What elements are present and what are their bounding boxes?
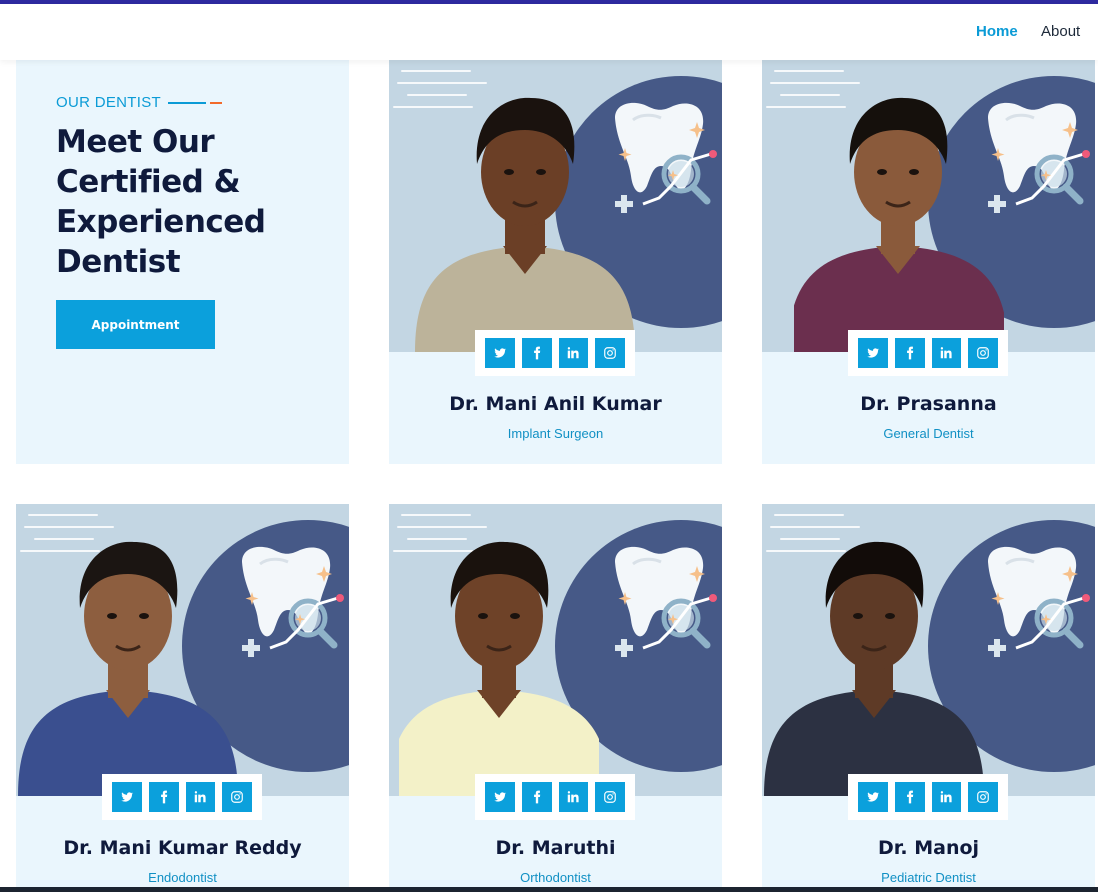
instagram-link[interactable] xyxy=(595,338,625,368)
linkedin-icon xyxy=(566,346,580,360)
facebook-link[interactable] xyxy=(521,782,552,812)
doctor-role: Implant Surgeon xyxy=(507,426,604,441)
doctor-name: Dr. Mani Anil Kumar xyxy=(449,393,662,415)
instagram-link[interactable] xyxy=(595,782,625,812)
twitter-icon xyxy=(866,790,880,804)
facebook-icon xyxy=(530,790,544,804)
intro-card: OUR DENTIST Meet Our Certified & Experie… xyxy=(16,60,349,464)
twitter-link[interactable] xyxy=(858,338,888,368)
tooth-illustration xyxy=(615,546,717,657)
doctor-card[interactable]: Dr. Manoj Pediatric Dentist xyxy=(762,504,1095,892)
doctor-card[interactable]: Dr. Mani Anil Kumar Implant Surgeon xyxy=(389,60,722,464)
doctor-name: Dr. Maruthi xyxy=(495,837,616,859)
linkedin-link[interactable] xyxy=(558,338,589,368)
appointment-button[interactable]: Appointment xyxy=(56,300,215,349)
instagram-icon xyxy=(603,346,617,360)
facebook-icon xyxy=(157,790,171,804)
section-heading: Meet Our Certified & Experienced Dentist xyxy=(56,124,266,280)
doctor-role: Orthodontist xyxy=(520,870,591,885)
bottom-bar xyxy=(0,887,1098,892)
doctor-portrait xyxy=(764,541,984,796)
facebook-link[interactable] xyxy=(894,782,925,812)
twitter-link[interactable] xyxy=(485,338,515,368)
twitter-link[interactable] xyxy=(858,782,888,812)
doctor-card[interactable]: Dr. Maruthi Orthodontist xyxy=(389,504,722,892)
linkedin-icon xyxy=(566,790,580,804)
twitter-icon xyxy=(493,346,507,360)
twitter-link[interactable] xyxy=(485,782,515,812)
linkedin-icon xyxy=(939,790,953,804)
doctor-card[interactable]: Dr. Prasanna General Dentist xyxy=(762,60,1095,464)
social-links xyxy=(848,774,1008,820)
doctor-photo-area xyxy=(16,504,349,796)
linkedin-link[interactable] xyxy=(931,782,962,812)
doctor-photo-area xyxy=(389,504,722,796)
eyebrow-line xyxy=(168,102,206,104)
doctor-role: Pediatric Dentist xyxy=(881,870,976,885)
instagram-link[interactable] xyxy=(222,782,252,812)
nav-home-link[interactable]: Home xyxy=(976,23,1018,40)
doctor-role: General Dentist xyxy=(883,426,974,441)
navbar: Home About xyxy=(0,4,1098,60)
linkedin-icon xyxy=(939,346,953,360)
facebook-icon xyxy=(903,790,917,804)
doctor-portrait xyxy=(18,541,238,796)
instagram-link[interactable] xyxy=(968,338,998,368)
twitter-icon xyxy=(120,790,134,804)
doctor-portrait xyxy=(794,97,1004,352)
doctor-name: Dr. Manoj xyxy=(877,837,980,859)
linkedin-link[interactable] xyxy=(931,338,962,368)
social-links xyxy=(475,330,635,376)
doctor-photo-area xyxy=(762,504,1095,796)
doctor-name: Dr. Mani Kumar Reddy xyxy=(63,837,302,859)
social-links xyxy=(102,774,262,820)
doctor-card[interactable]: Dr. Mani Kumar Reddy Endodontist xyxy=(16,504,349,892)
facebook-link[interactable] xyxy=(894,338,925,368)
linkedin-link[interactable] xyxy=(558,782,589,812)
twitter-icon xyxy=(866,346,880,360)
instagram-icon xyxy=(976,346,990,360)
instagram-icon xyxy=(230,790,244,804)
nav-about-link[interactable]: About xyxy=(1041,23,1080,40)
doctor-name: Dr. Prasanna xyxy=(860,393,997,415)
instagram-icon xyxy=(603,790,617,804)
doctor-role: Endodontist xyxy=(148,870,217,885)
social-links xyxy=(475,774,635,820)
facebook-icon xyxy=(530,346,544,360)
linkedin-link[interactable] xyxy=(185,782,216,812)
doctor-portrait xyxy=(399,541,599,796)
section-eyebrow: OUR DENTIST xyxy=(56,94,161,111)
instagram-link[interactable] xyxy=(968,782,998,812)
facebook-link[interactable] xyxy=(521,338,552,368)
facebook-link[interactable] xyxy=(148,782,179,812)
twitter-icon xyxy=(493,790,507,804)
instagram-icon xyxy=(976,790,990,804)
linkedin-icon xyxy=(193,790,207,804)
eyebrow-dash xyxy=(210,102,222,104)
doctor-portrait xyxy=(415,97,635,352)
facebook-icon xyxy=(903,346,917,360)
doctor-photo-area xyxy=(762,60,1095,352)
twitter-link[interactable] xyxy=(112,782,142,812)
doctor-photo-area xyxy=(389,60,722,352)
social-links xyxy=(848,330,1008,376)
